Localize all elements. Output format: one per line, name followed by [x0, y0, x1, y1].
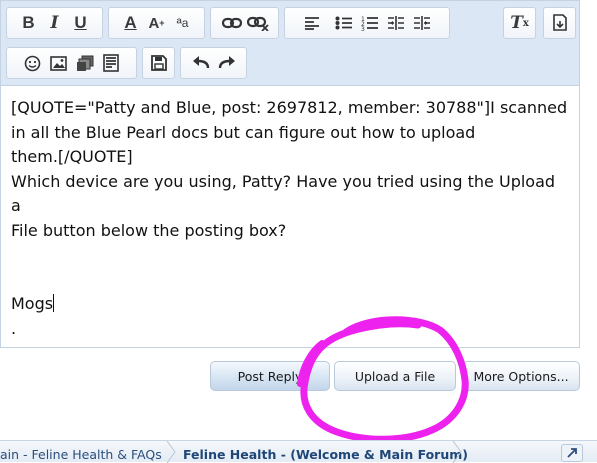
indent-icon[interactable] [409, 10, 435, 36]
insert-icon[interactable] [98, 50, 124, 76]
breadcrumb-separator-icon [452, 441, 462, 463]
upload-file-button[interactable]: Upload a File [334, 361, 456, 391]
editor-line: in all the Blue Pearl docs but can figur… [11, 122, 476, 142]
link-icon[interactable] [219, 10, 245, 36]
save-draft-button[interactable] [142, 47, 175, 79]
floppy-disk-icon [146, 50, 172, 76]
remove-format-button[interactable]: Tx [503, 7, 536, 39]
bullet-list-icon[interactable] [331, 10, 357, 36]
remove-format-icon: Tx [510, 13, 529, 33]
message-editor[interactable]: [QUOTE="Patty and Blue, post: 2697812, m… [0, 85, 580, 348]
editor-line: . [11, 318, 17, 338]
svg-text:3: 3 [361, 26, 365, 31]
editor-line: [QUOTE="Patty and Blue, post: 2697812, m… [11, 98, 568, 117]
outdent-icon[interactable] [383, 10, 409, 36]
editor-line: them.[/QUOTE] [11, 147, 133, 166]
font-family-icon[interactable]: ªa [170, 10, 196, 36]
media-icon[interactable] [72, 50, 98, 76]
redo-icon[interactable] [214, 50, 240, 76]
history-button-group [180, 47, 247, 79]
editor-toolbar: B I U A A + ªa 123 Tx [0, 0, 580, 86]
font-button-group: A A + ªa [108, 7, 205, 39]
text-color-icon[interactable]: A [118, 10, 144, 36]
font-size-icon[interactable]: A + [144, 10, 170, 36]
toggle-bbcode-button[interactable] [543, 7, 576, 39]
format-button-group: B I U [6, 7, 103, 39]
italic-icon[interactable]: I [42, 10, 68, 36]
editor-line [11, 268, 569, 293]
editor-line: Which device are you using, Patty? Have … [11, 171, 561, 216]
align-left-icon[interactable] [299, 10, 325, 36]
paragraph-button-group: 123 [284, 7, 450, 39]
editor-line [11, 243, 569, 268]
underline-icon[interactable]: U [68, 10, 94, 36]
editor-line-text: Mogs [11, 294, 54, 313]
breadcrumb-item-current[interactable]: Feline Health - (Welcome & Main Forum) [183, 447, 468, 462]
bbcode-toggle-icon [547, 10, 573, 36]
breadcrumb: ain - Feline Health & FAQs Feline Health… [0, 440, 597, 463]
text-caret [53, 294, 55, 312]
editor-line-signature: Mogs [11, 292, 569, 317]
smiley-icon[interactable] [20, 50, 46, 76]
bold-icon[interactable]: B [16, 10, 42, 36]
editor-line: File button below the posting box? [11, 220, 287, 240]
link-button-group [210, 7, 279, 39]
jump-to-icon[interactable] [561, 444, 583, 462]
unlink-icon[interactable] [245, 10, 271, 36]
image-icon[interactable] [46, 50, 72, 76]
numbered-list-icon[interactable]: 123 [357, 10, 383, 36]
insert-button-group [6, 47, 137, 79]
breadcrumb-item-parent[interactable]: ain - Feline Health & FAQs [0, 447, 162, 462]
post-reply-button[interactable]: Post Reply [210, 361, 330, 391]
more-options-button[interactable]: More Options... [462, 361, 580, 391]
undo-icon[interactable] [188, 50, 214, 76]
breadcrumb-separator-icon [166, 441, 176, 463]
